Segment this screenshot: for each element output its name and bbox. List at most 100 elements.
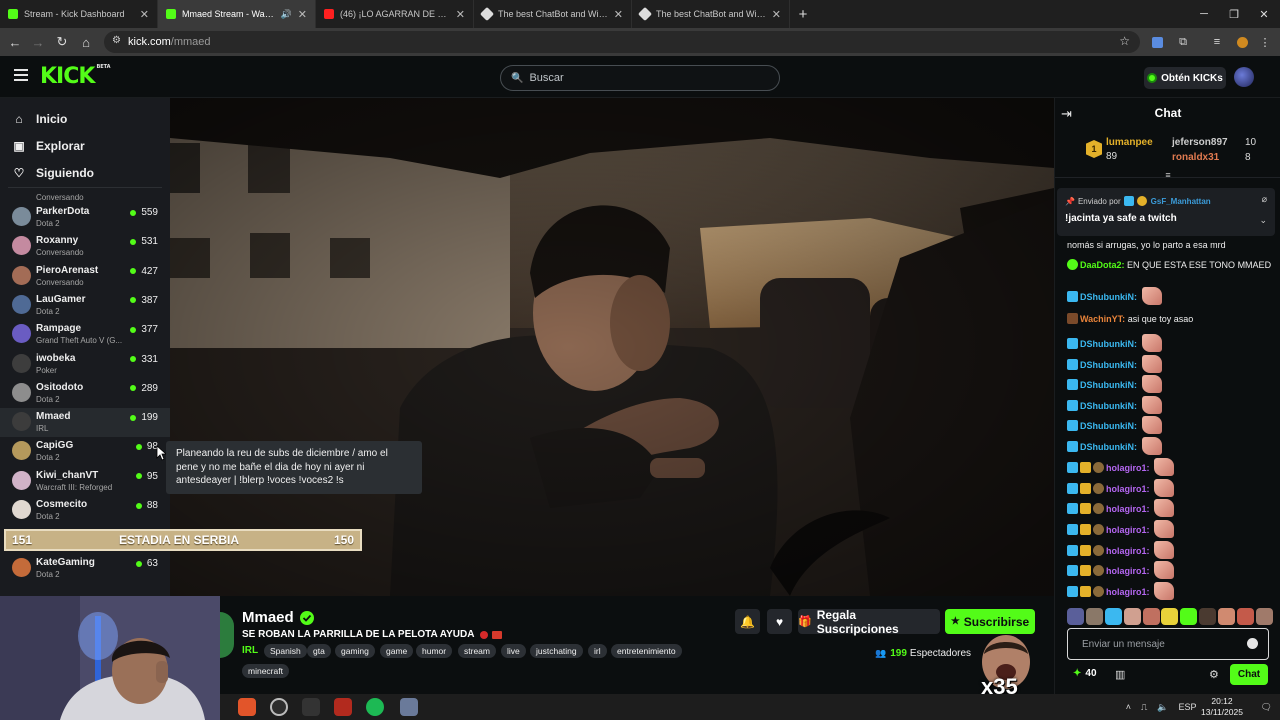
menu-icon[interactable]: ⋮ (1256, 33, 1274, 51)
browser-tab[interactable]: (46) ¡LO AGARRAN DE SAN ✕ (316, 0, 474, 28)
tag[interactable]: justchating (530, 644, 583, 658)
chat-username[interactable]: holagiro1: (1106, 504, 1150, 514)
chat-send-button[interactable]: Chat (1230, 664, 1268, 685)
leaderboard-name[interactable]: lumanpee (1106, 137, 1153, 148)
language-indicator[interactable]: ESP (1179, 702, 1197, 712)
emote-icon[interactable] (1142, 608, 1160, 625)
nav-following[interactable]: ♡ Siguiendo (12, 166, 94, 180)
emote-icon[interactable] (1237, 608, 1255, 625)
restore-icon[interactable]: ❐ (1218, 0, 1250, 28)
emote-icon[interactable] (1199, 608, 1217, 625)
emote-icon[interactable] (1085, 608, 1103, 625)
close-tab-icon[interactable]: ✕ (456, 8, 465, 21)
search-input[interactable]: 🔍 Buscar (500, 65, 780, 91)
tag[interactable]: gta (307, 644, 331, 658)
chat-username[interactable]: DShubunkiN: (1080, 339, 1137, 349)
leaderboard-name[interactable]: ronaldx31 (1172, 152, 1219, 163)
chevron-down-icon[interactable]: ⌄ (1259, 215, 1267, 226)
emote-icon[interactable] (1180, 608, 1198, 625)
tag[interactable]: gaming (335, 644, 375, 658)
streamer-avatar[interactable] (220, 612, 234, 658)
emote-icon[interactable] (1067, 608, 1084, 625)
leaderboard-name[interactable]: jeferson897 (1172, 137, 1228, 148)
site-info-icon[interactable]: ⚙ (112, 35, 121, 46)
bookmark-star-icon[interactable]: ☆ (1119, 34, 1130, 48)
chat-username[interactable]: DShubunkiN: (1080, 380, 1137, 390)
chat-username[interactable]: DShubunkiN: (1080, 401, 1137, 411)
tag[interactable]: live (501, 644, 526, 658)
minimize-icon[interactable]: ─ (1188, 0, 1220, 28)
close-tab-icon[interactable]: ✕ (140, 8, 149, 21)
tag[interactable]: stream (458, 644, 496, 658)
tag[interactable]: Spanish (264, 644, 307, 658)
chat-username[interactable]: WachinYT: (1080, 314, 1125, 324)
chat-username[interactable]: DShubunkiN: (1080, 292, 1137, 302)
tag[interactable]: humor (416, 644, 453, 658)
emote-icon[interactable] (1104, 608, 1122, 625)
browser-tab[interactable]: The best ChatBot and Widgets ✕ (632, 0, 790, 28)
nav-explore[interactable]: ▣ Explorar (12, 139, 84, 153)
emote-icon[interactable] (1218, 608, 1236, 625)
browser-tab[interactable]: The best ChatBot and Widgets ✕ (474, 0, 632, 28)
new-tab-button[interactable]: + (790, 0, 816, 28)
extensions-icon[interactable]: ⧉ (1174, 33, 1192, 51)
kick-app-icon[interactable] (302, 698, 320, 716)
stream-category[interactable]: IRL (242, 645, 258, 656)
emote-icon[interactable] (1161, 608, 1179, 625)
notification-bell-button[interactable]: 🔔 (735, 609, 760, 634)
chat-username[interactable]: DaaDota2: (1080, 260, 1125, 270)
chat-username[interactable]: DShubunkiN: (1080, 360, 1137, 370)
close-window-icon[interactable]: ✕ (1248, 0, 1280, 28)
nav-home[interactable]: ⌂ Inicio (12, 112, 67, 126)
notification-icon[interactable]: 🗨 (1261, 702, 1272, 713)
get-kicks-button[interactable]: Obtén KICKs (1144, 67, 1226, 89)
sidebar-channel[interactable]: Mmaed IRL 199 (0, 408, 170, 438)
sidebar-channel[interactable]: PieroArenast Conversando 427 (0, 262, 170, 291)
sidebar-channel[interactable]: CapiGG Dota 2 98 (0, 437, 170, 466)
sidebar-channel[interactable]: Roxanny Conversando 531 (0, 232, 170, 261)
sidebar-channel[interactable]: Kiwi_chanVT Warcraft III: Reforged 95 (0, 467, 170, 496)
dota-app-icon[interactable] (334, 698, 352, 716)
close-tab-icon[interactable]: ✕ (772, 8, 781, 21)
chat-input[interactable]: Enviar un mensaje (1067, 628, 1269, 660)
emote-icon[interactable] (1255, 608, 1273, 625)
clock[interactable]: 20:12 13/11/2025 (1195, 696, 1249, 718)
sidebar-channel[interactable]: ParkerDota Dota 2 559 (0, 203, 170, 232)
follow-heart-button[interactable]: ♥ (767, 609, 792, 634)
sidebar-channel[interactable]: Rampage Grand Theft Auto V (G... 377 (0, 320, 170, 349)
reload-icon[interactable]: ↻ (50, 30, 74, 54)
chat-username[interactable]: holagiro1: (1106, 587, 1150, 597)
tag[interactable]: entretenimiento (611, 644, 682, 658)
chat-username[interactable]: holagiro1: (1106, 566, 1150, 576)
network-icon[interactable]: ⎍ (1141, 702, 1147, 713)
chat-username[interactable]: DShubunkiN: (1080, 442, 1137, 452)
sidebar-channel[interactable]: Cosmecito Dota 2 88 (0, 496, 170, 525)
chat-username[interactable]: DShubunkiN: (1080, 421, 1137, 431)
media-icon[interactable]: ≡ (1208, 33, 1226, 51)
streamer-name[interactable]: Mmaed (242, 609, 314, 626)
chat-username[interactable]: holagiro1: (1106, 546, 1150, 556)
chat-username[interactable]: holagiro1: (1106, 463, 1150, 473)
sidebar-channel[interactable]: KateGaming Dota 2 63 (0, 554, 170, 583)
chevron-up-icon[interactable]: ˄ (1126, 702, 1131, 712)
sidebar-channel[interactable]: iwobeka Poker 331 (0, 350, 170, 379)
kick-logo[interactable]: KICK BETA (40, 64, 111, 89)
home-icon[interactable]: ⌂ (74, 30, 98, 54)
filter-icon[interactable]: ≡ (1161, 170, 1175, 180)
hamburger-menu-icon[interactable] (14, 69, 28, 83)
tag[interactable]: irl (588, 644, 607, 658)
chat-username[interactable]: holagiro1: (1106, 525, 1150, 535)
brave-app-icon[interactable] (238, 698, 256, 716)
close-tab-icon[interactable]: ✕ (298, 8, 307, 21)
brave-rewards-icon[interactable] (1233, 33, 1251, 51)
browser-tab[interactable]: Stream - Kick Dashboard ✕ (0, 0, 158, 28)
sidebar-channel[interactable]: LauGamer Dota 2 387 (0, 291, 170, 320)
browser-tab-active[interactable]: Mmaed Stream - Watch Live 🔊 ✕ (158, 0, 316, 28)
settings-icon[interactable]: ⚙ (1209, 668, 1219, 681)
tag[interactable]: minecraft (242, 664, 289, 678)
channel-points[interactable]: ✦ 40 (1073, 668, 1097, 679)
user-avatar[interactable] (1234, 67, 1254, 87)
gift-icon[interactable]: ▥ (1115, 668, 1125, 681)
obs-app-icon[interactable] (270, 698, 288, 716)
forward-icon[interactable]: → (26, 30, 50, 54)
